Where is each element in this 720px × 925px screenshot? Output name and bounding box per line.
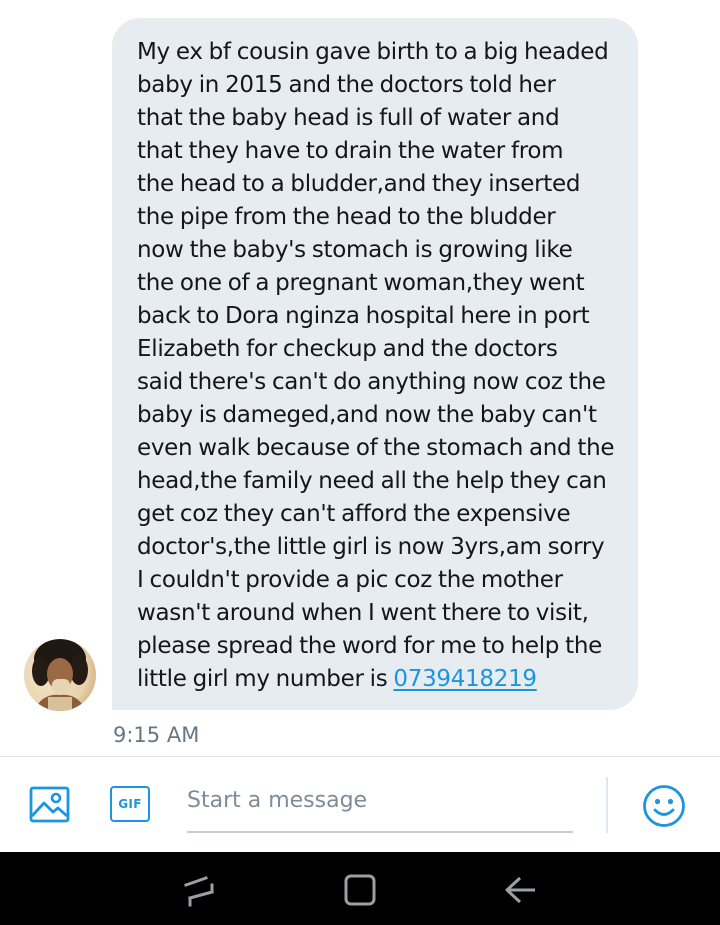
message-text: My ex bf cousin gave birth to a big head… [137,36,616,696]
message-line: wasn't around when I went there to visit… [137,600,589,626]
gif-icon: GIF [110,786,150,822]
message-line: now the baby's stomach is growing like [137,237,573,263]
recent-apps-icon [184,876,214,907]
message-line: Elizabeth for checkup and the doctors [137,336,558,362]
message-line: said there's can't do anything now coz t… [137,369,606,395]
gif-label: GIF [118,797,142,811]
composer-separator [606,777,608,833]
message-line: that they have to drain the water from [137,138,564,164]
message-bubble[interactable]: My ex bf cousin gave birth to a big head… [112,18,638,710]
add-image-button[interactable] [28,783,72,827]
message-line: the head to a bludder,and they inserted [137,171,581,197]
message-thread[interactable]: My ex bf cousin gave birth to a big head… [0,0,720,756]
emoji-icon [643,785,685,827]
emoji-button[interactable] [641,783,687,829]
back-button[interactable] [500,872,540,908]
message-timestamp: 9:15 AM [113,723,200,747]
message-line: even walk because of the stomach and the [137,435,615,461]
message-line: that the baby head is full of water and [137,105,560,131]
message-last-line: little girl my number is 0739418219 [137,663,616,696]
message-line: please spread the word for me to help th… [137,633,602,659]
message-line: the pipe from the head to the bludder [137,204,556,230]
message-input-wrapper [187,775,573,833]
message-line: get coz they can't afford the expensive [137,501,571,527]
back-icon [505,876,535,904]
message-line: the one of a pregnant woman,they went [137,270,585,296]
dm-conversation-screen: My ex bf cousin gave birth to a big head… [0,0,720,925]
message-line: doctor's,the little girl is now 3yrs,am … [137,534,605,560]
message-line: baby in 2015 and the doctors told her [137,72,556,98]
avatar-photo [24,639,96,711]
message-input[interactable] [187,775,573,825]
phone-number-link[interactable]: 0739418219 [393,666,537,692]
message-line: My ex bf cousin gave birth to a big head… [137,39,609,65]
recent-apps-button[interactable] [180,872,220,908]
message-line: baby is dameged,and now the baby can't [137,402,597,428]
android-navigation-bar [0,852,720,925]
message-line: I couldn't provide a pic coz the mother [137,567,563,593]
avatar[interactable] [24,639,96,711]
message-line: back to Dora nginza hospital here in por… [137,303,590,329]
message-line: head,the family need all the help they c… [137,468,607,494]
image-icon [29,786,70,823]
home-icon [344,874,376,906]
message-line-prefix: little girl my number is [137,666,394,692]
message-composer: GIF [0,757,720,852]
add-gif-button[interactable]: GIF [108,783,152,827]
home-button[interactable] [340,872,380,908]
